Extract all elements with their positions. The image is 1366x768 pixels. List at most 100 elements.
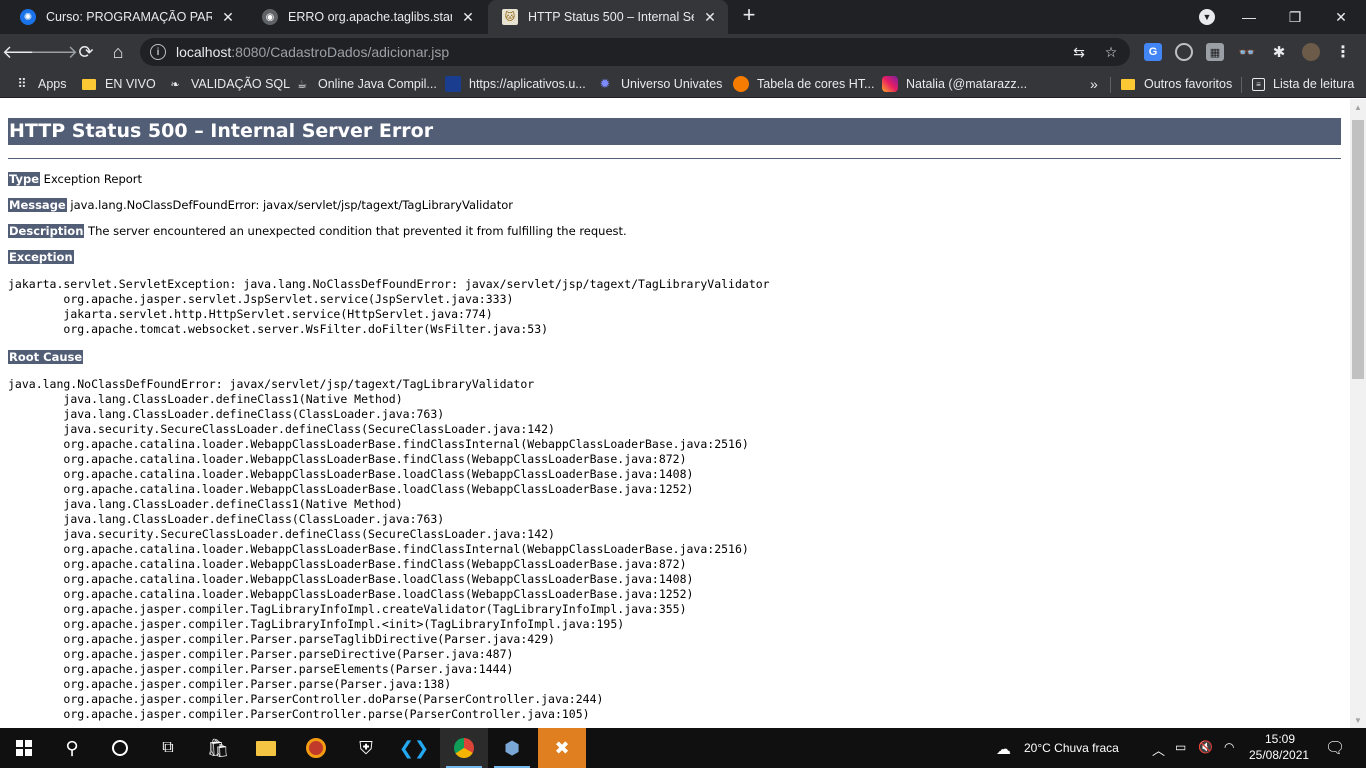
battery-icon[interactable]: ▭ [1175, 740, 1186, 754]
bookmark-label: VALIDAÇÃO SQL [191, 77, 291, 91]
browser-toolbar: 🡐 🡒 ⟳ ⌂ i localhost:8080/CadastroDados/a… [0, 34, 1366, 70]
root-cause-heading: Root Cause [8, 350, 84, 365]
task-view-icon: ⧉ [162, 739, 174, 756]
home-button[interactable]: ⌂ [104, 38, 132, 66]
minimize-button[interactable]: — [1226, 0, 1272, 34]
bookmark-apps[interactable]: ⠿ Apps [14, 75, 66, 93]
site-info-icon[interactable]: i [150, 44, 166, 60]
bookmark-divider [1241, 77, 1242, 93]
type-label: Type [8, 172, 41, 186]
scroll-down-arrow-icon[interactable]: ▼ [1350, 712, 1366, 728]
volume-muted-icon[interactable]: 🔇 [1198, 740, 1213, 754]
bookmark-label: EN VIVO [105, 77, 156, 91]
store-bag-icon: 🛍 [206, 737, 230, 758]
tomcat-favicon-icon: 🐱 [502, 9, 518, 25]
taskbar-store[interactable]: 🛍 [194, 728, 242, 768]
bookmark-label: Lista de leitura [1273, 77, 1355, 91]
taskbar-media-player[interactable] [292, 728, 340, 768]
cube-icon: ⬢ [504, 737, 520, 758]
shield-icon: ⛨ [359, 737, 373, 758]
bookmark-outros-favoritos[interactable]: Outros favoritos [1121, 75, 1232, 93]
task-view-button[interactable]: ⧉ [144, 728, 192, 768]
cortana-button[interactable] [96, 728, 144, 768]
title-divider [8, 158, 1341, 159]
moodle-favicon-icon: ✺ [20, 9, 36, 25]
menu-kebab-icon[interactable]: ⋮ [1334, 43, 1352, 61]
vertical-scrollbar[interactable]: ▲ ▼ [1350, 99, 1366, 728]
gear-icon: ✹ [599, 76, 611, 91]
wifi-icon[interactable]: ◠ [1224, 740, 1234, 754]
dolphin-icon: ❧ [170, 78, 180, 91]
taskbar-file-explorer[interactable] [242, 728, 290, 768]
type-value: Exception Report [43, 172, 143, 186]
bookmark-natalia[interactable]: Natalia (@matarazz... [882, 75, 1027, 93]
clock-date[interactable]: 25/08/2021 [1249, 748, 1309, 762]
bookmark-tabela-cores[interactable]: Tabela de cores HT... [733, 75, 874, 93]
start-button[interactable] [0, 728, 48, 768]
message-label: Message [8, 198, 67, 212]
new-tab-button[interactable]: + [737, 4, 761, 28]
tab-erro[interactable]: ◉ ERRO org.apache.taglibs.standard ✕ [248, 0, 486, 34]
description-label: Description [8, 224, 85, 238]
root-cause-label: Root Cause [8, 350, 84, 364]
google-translate-extension-icon[interactable]: G [1144, 43, 1162, 61]
bookmarks-overflow-button[interactable]: » [1090, 75, 1098, 93]
bookmark-en-vivo[interactable]: EN VIVO [82, 75, 156, 93]
bookmarks-bar: ⠿ Apps EN VIVO ❧ VALIDAÇÃO SQL ☕ Online … [0, 70, 1366, 98]
bookmark-label: Outros favoritos [1144, 77, 1233, 91]
forward-button[interactable]: 🡒 [30, 38, 78, 66]
bookmark-validacao-sql[interactable]: ❧ VALIDAÇÃO SQL [167, 75, 290, 93]
bookmark-lista-leitura[interactable]: ≡ Lista de leitura [1252, 75, 1354, 93]
puzzle-extension-icon[interactable]: ▦ [1206, 43, 1224, 61]
page-title: HTTP Status 500 – Internal Server Error [8, 118, 1341, 145]
tray-chevron-up-icon[interactable]: ︿ [1152, 740, 1165, 759]
type-line: Type Exception Report [8, 172, 142, 187]
url-path: :8080/CadastroDados/adicionar.jsp [231, 44, 450, 60]
tab-title: HTTP Status 500 – Internal Server Error [528, 10, 694, 24]
close-window-button[interactable]: ✕ [1318, 0, 1364, 34]
search-button[interactable]: ⚲ [48, 728, 96, 768]
tab-curso[interactable]: ✺ Curso: PROGRAMAÇÃO PARA INTERNET ✕ [6, 0, 246, 34]
weather-cloud-icon[interactable]: ☁ [996, 740, 1011, 758]
apps-grid-icon: ⠿ [17, 76, 27, 91]
chrome-icon [454, 738, 474, 758]
bookmark-divider [1110, 77, 1111, 93]
glasses-extension-icon[interactable]: 👓 [1238, 43, 1256, 61]
bookmark-label: Tabela de cores HT... [757, 77, 875, 91]
xampp-icon: ✖ [554, 737, 570, 758]
bookmark-universo-univates[interactable]: ✹ Universo Univates [597, 75, 723, 93]
clock-time[interactable]: 15:09 [1265, 732, 1295, 746]
url-text[interactable]: localhost:8080/CadastroDados/adicionar.j… [176, 44, 449, 60]
bookmark-star-icon[interactable]: ☆ [1102, 43, 1120, 61]
reload-button[interactable]: ⟳ [72, 38, 100, 66]
taskbar-security[interactable]: ⛨ [342, 728, 390, 768]
bookmark-online-java[interactable]: ☕ Online Java Compil... [294, 75, 437, 93]
univates-app-icon [445, 76, 461, 92]
tab-search-icon[interactable]: ▼ [1199, 9, 1215, 25]
sync-extension-icon[interactable] [1175, 43, 1193, 61]
instagram-icon [882, 76, 898, 92]
taskbar-virtualbox[interactable]: ⬢ [488, 728, 536, 768]
cortana-circle-icon [112, 740, 128, 756]
taskbar-vscode[interactable]: ❮❯ [390, 728, 438, 768]
tab-http-status[interactable]: 🐱 HTTP Status 500 – Internal Server Erro… [488, 0, 728, 34]
scroll-up-arrow-icon[interactable]: ▲ [1350, 99, 1366, 115]
translate-icon[interactable]: ⇆ [1070, 43, 1088, 61]
taskbar-xampp[interactable]: ✖ [538, 728, 586, 768]
close-icon[interactable]: ✕ [220, 9, 236, 26]
notification-center-icon[interactable]: 🗨 [1325, 738, 1345, 758]
extensions-icon[interactable]: ✱ [1270, 43, 1288, 61]
close-icon[interactable]: ✕ [460, 9, 476, 26]
taskbar-chrome[interactable] [440, 728, 488, 768]
close-icon[interactable]: ✕ [702, 9, 718, 26]
description-value: The server encountered an unexpected con… [88, 224, 627, 238]
address-bar[interactable]: i localhost:8080/CadastroDados/adicionar… [140, 38, 1130, 66]
exception-label: Exception [8, 250, 74, 264]
tab-title: ERRO org.apache.taglibs.standard [288, 10, 452, 24]
weather-text[interactable]: 20°C Chuva fraca [1024, 741, 1119, 755]
profile-avatar[interactable] [1302, 43, 1320, 61]
bookmark-aplicativos[interactable]: https://aplicativos.u... [445, 75, 586, 93]
restore-button[interactable]: ❐ [1272, 0, 1318, 34]
scrollbar-thumb[interactable] [1352, 120, 1364, 379]
url-host: localhost [176, 44, 232, 60]
